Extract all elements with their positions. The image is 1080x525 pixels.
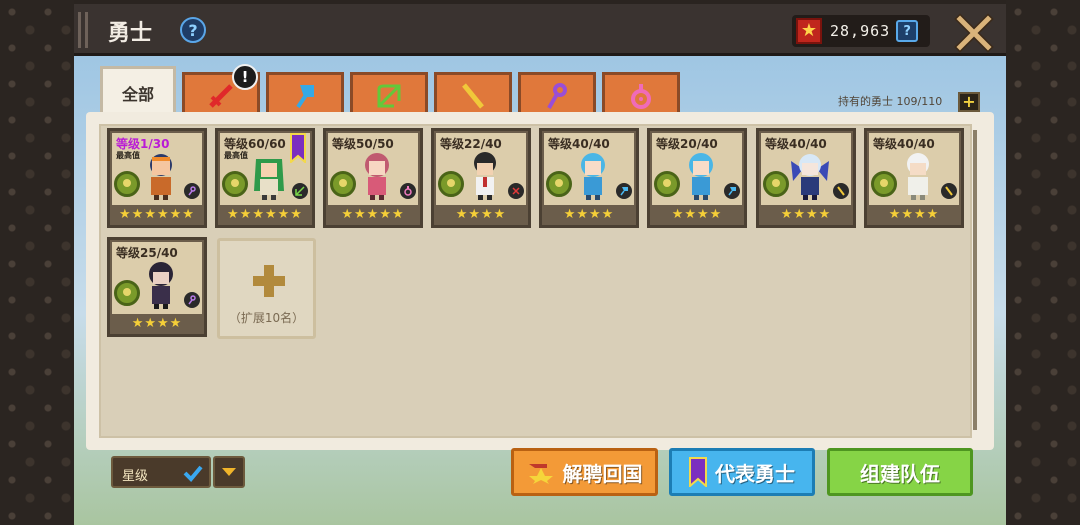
- axe-icon: [724, 183, 740, 199]
- bookmark-icon: [290, 133, 306, 163]
- hero-emblem-icon: [546, 171, 572, 197]
- hero-portrait: [365, 153, 389, 200]
- hero-portrait: [689, 153, 713, 200]
- bookmark-icon: [689, 457, 707, 487]
- hero-portrait: [907, 153, 929, 200]
- hero-card[interactable]: 等级25/40 ★★★★: [107, 237, 207, 337]
- representative-hero-label: 代表勇士: [715, 461, 795, 486]
- gun-icon: [833, 183, 849, 199]
- hero-card[interactable]: 等级20/40 ★★★★: [647, 128, 747, 228]
- sort-select[interactable]: 星级: [111, 456, 211, 488]
- hero-portrait: [254, 159, 284, 200]
- hero-stars: ★★★★: [888, 207, 940, 222]
- hero-portrait: [150, 154, 172, 200]
- hero-stars: ★★★★★★: [119, 207, 195, 222]
- close-icon[interactable]: [954, 13, 994, 53]
- hero-emblem-icon: [438, 171, 464, 197]
- dismiss-button[interactable]: 解聘回国: [511, 448, 658, 496]
- owned-count: 持有的勇士 109/110: [838, 95, 943, 108]
- tab-bow[interactable]: [350, 72, 428, 116]
- expand-slots-button[interactable]: +: [958, 92, 980, 112]
- form-team-label: 组建队伍: [860, 461, 940, 486]
- currency-value: 28,963: [830, 22, 891, 40]
- hero-level: 等级40/40: [765, 137, 827, 151]
- scrollbar[interactable]: [973, 130, 977, 430]
- header-grip: [78, 12, 88, 48]
- hero-stars: ★★★★: [131, 316, 183, 331]
- axe-icon: [616, 183, 632, 199]
- hero-card[interactable]: 等级60/60 最高值 ★★★★★★: [215, 128, 315, 228]
- staff-icon: [184, 183, 200, 199]
- hero-portrait: [791, 154, 829, 200]
- expand-roster-label: （扩展10名）: [228, 311, 305, 325]
- amulet-icon: [631, 83, 651, 109]
- hero-portrait: [581, 153, 605, 200]
- gun-icon: [462, 82, 484, 109]
- alert-badge: !: [232, 64, 258, 90]
- hero-level: 等级40/40: [873, 137, 935, 151]
- help-icon[interactable]: ?: [180, 17, 206, 43]
- hero-emblem-icon: [654, 171, 680, 197]
- gun-icon: [941, 183, 957, 199]
- bow-icon: [377, 84, 401, 107]
- hero-stars: ★★★★★★: [227, 207, 303, 222]
- axe-icon: [296, 84, 314, 108]
- hero-card[interactable]: 等级22/40 ★★★★: [431, 128, 531, 228]
- currency-display: ★ 28,963 ?: [792, 15, 930, 47]
- hero-stars: ★★★★: [455, 207, 507, 222]
- hero-stars: ★★★★: [671, 207, 723, 222]
- dismiss-label: 解聘回国: [562, 461, 643, 486]
- staff-icon: [547, 82, 567, 109]
- check-icon: [183, 465, 203, 482]
- hero-portrait: [474, 152, 496, 200]
- hero-stars: ★★★★: [780, 207, 832, 222]
- sort-dropdown-button[interactable]: [213, 456, 245, 488]
- hero-level: 等级50/50: [332, 137, 394, 151]
- sword-icon: [508, 183, 524, 199]
- tab-gun[interactable]: [434, 72, 512, 116]
- hero-level: 等级40/40: [548, 137, 610, 151]
- hero-card[interactable]: 等级50/50 ★★★★★: [323, 128, 423, 228]
- hero-max-tag: 最高值: [224, 151, 248, 160]
- hero-level: 等级25/40: [116, 246, 178, 260]
- bow-icon: [292, 183, 308, 199]
- sword-icon: [209, 83, 233, 108]
- hero-card[interactable]: 等级40/40 ★★★★: [756, 128, 856, 228]
- left-border-pattern: [0, 0, 74, 525]
- gem-icon: ★: [796, 18, 822, 44]
- plus-icon: [253, 265, 285, 297]
- hero-level: 等级20/40: [656, 137, 718, 151]
- amulet-icon: [400, 183, 416, 199]
- expand-roster-card[interactable]: （扩展10名）: [217, 238, 316, 339]
- staff-icon: [184, 292, 200, 308]
- representative-hero-button[interactable]: 代表勇士: [669, 448, 815, 496]
- hero-emblem-icon: [763, 171, 789, 197]
- hero-card[interactable]: 等级40/40 ★★★★: [539, 128, 639, 228]
- hero-max-tag: 最高值: [116, 151, 140, 160]
- currency-help-icon[interactable]: ?: [896, 20, 919, 42]
- tab-staff[interactable]: [518, 72, 596, 116]
- hero-card[interactable]: 等级40/40 ★★★★: [864, 128, 964, 228]
- tab-all[interactable]: 全部: [100, 66, 176, 116]
- tab-axe[interactable]: [266, 72, 344, 116]
- hero-stars: ★★★★: [563, 207, 615, 222]
- hero-card[interactable]: 等级1/30 最高值 ★★★★★★: [107, 128, 207, 228]
- sort-label: 星级: [122, 469, 149, 484]
- hero-level: 等级22/40: [440, 137, 502, 151]
- page-title: 勇士: [108, 21, 153, 46]
- hero-emblem-icon: [114, 280, 140, 306]
- header-bar: 勇士 ? ★ 28,963 ?: [74, 4, 1006, 56]
- hero-emblem-icon: [222, 171, 248, 197]
- hero-stars: ★★★★★: [341, 207, 405, 222]
- form-team-button[interactable]: 组建队伍: [827, 448, 973, 496]
- hero-emblem-icon: [330, 171, 356, 197]
- tab-amulet[interactable]: [602, 72, 680, 116]
- hero-emblem-icon: [114, 171, 140, 197]
- right-border-pattern: [1006, 0, 1080, 525]
- hero-emblem-icon: [871, 171, 897, 197]
- dismiss-icon: [528, 464, 553, 484]
- hero-portrait: [149, 262, 173, 309]
